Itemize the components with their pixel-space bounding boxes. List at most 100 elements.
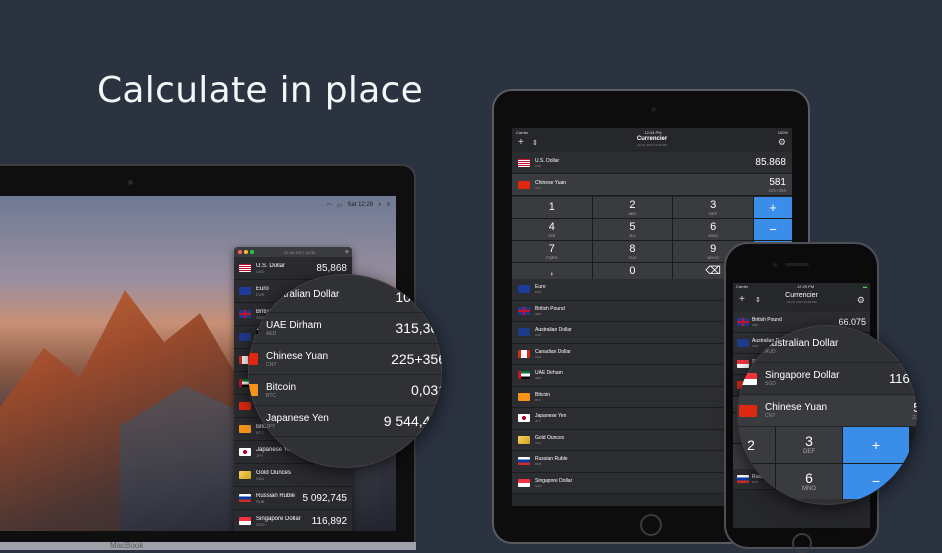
currency-code: XAU <box>256 475 265 481</box>
currency-row[interactable]: Chinese YuanCNY581225+356 <box>737 395 917 427</box>
iphone-lens-keypad: 2 3 DEF +6 MNO − <box>737 427 917 499</box>
currency-row[interactable]: BitcoinBTC0,031 <box>248 375 442 406</box>
sg-flag-icon <box>518 478 530 487</box>
menu-icon[interactable]: ≡ <box>386 202 390 208</box>
currency-row[interactable]: Singapore Dollar SGD 116,892 <box>234 510 352 531</box>
minimize-window-button[interactable] <box>244 250 248 254</box>
gear-icon[interactable]: ⚙ <box>857 295 865 306</box>
currency-amount: 581 <box>769 176 786 188</box>
currency-row[interactable]: Australian DollarAUD107,653 <box>248 282 442 313</box>
expression-label: 225+356 <box>912 415 917 421</box>
currency-row[interactable]: U.S. Dollar USD 85.868 <box>512 152 792 174</box>
currency-name: Japanese Yen JPY <box>266 413 384 430</box>
key-letters: MNO <box>802 485 816 492</box>
currency-code: AED <box>266 330 277 337</box>
currency-amount: 116,892 <box>311 515 347 527</box>
expression-label: 225+356 <box>768 187 786 193</box>
key-label: 7 <box>548 242 555 255</box>
key-label: − <box>871 473 881 490</box>
currency-name: Russian RubleRUB <box>256 493 303 504</box>
currency-name-label: Singapore Dollar <box>256 515 301 522</box>
search-icon[interactable]: ⌕ <box>378 202 381 209</box>
flag-menubar-icon[interactable]: ▭ <box>337 202 343 209</box>
gold-flag-icon <box>239 471 251 479</box>
key-label: 2 <box>629 198 636 211</box>
currency-row[interactable]: Singapore DollarSGD 116.892 <box>737 363 917 395</box>
key-label: − <box>769 222 777 237</box>
currency-name-label: Singapore Dollar <box>765 370 840 381</box>
currency-name-label: Canadian Dollar <box>535 348 571 355</box>
key-label: 6 <box>805 469 813 486</box>
ae-flag-icon <box>248 322 258 334</box>
ru-flag-icon <box>239 494 251 502</box>
currency-row[interactable]: Russian Ruble RUB 5 092,745 <box>234 487 352 510</box>
currency-name-label: Chinese Yuan <box>266 350 329 362</box>
currency-value: 116.892 <box>889 371 917 386</box>
wifi-icon[interactable]: ◠ <box>327 202 332 209</box>
currency-name: U.S. Dollar USD <box>256 263 316 274</box>
gb-flag-icon <box>518 306 530 315</box>
keypad-key[interactable]: 0 <box>592 263 673 279</box>
keypad-key[interactable]: 2 ABC <box>592 197 673 218</box>
currency-row[interactable]: Chinese YuanCNY581225+356 <box>512 174 792 196</box>
ipad-active-rows[interactable]: U.S. Dollar USD 85.868 Chinese Yuan CNY 581 22… <box>512 152 792 196</box>
mac-titlebar[interactable]: 22 Jul 2017 12:30 + <box>234 247 352 257</box>
iphone-nav-bar: + ⇕ Currencier Jul 22, 2017 12:18 PM ⚙ <box>733 290 870 312</box>
keypad-key[interactable]: 6MNO <box>776 463 842 499</box>
keypad-key[interactable] <box>737 463 775 499</box>
keypad-key[interactable]: 5 JKL <box>592 219 673 240</box>
iphone-home-button[interactable] <box>792 533 812 553</box>
au-flag-icon <box>739 340 757 353</box>
currency-value: 107.6 <box>902 339 917 354</box>
currency-code: SGD <box>765 381 776 387</box>
keypad-key[interactable]: 3 DEF <box>673 197 753 218</box>
keypad-key[interactable]: 1 <box>512 197 592 218</box>
keypad-key[interactable]: , <box>512 263 592 279</box>
currency-name-label: Bitcoin <box>266 381 297 393</box>
currency-amount: 315,367 <box>395 320 442 336</box>
keypad-key[interactable]: 4 GHI <box>512 219 592 240</box>
macos-menubar[interactable]: ◠ ▭ Sat 12:28 ⌕ ≡ <box>250 200 396 210</box>
menubar-time[interactable]: Sat 12:28 <box>347 202 373 208</box>
keypad-key[interactable]: + <box>843 427 909 463</box>
status-time: 12:34 PM <box>644 129 662 135</box>
keypad-key[interactable]: − <box>753 219 792 240</box>
currency-name-label: Chinese Yuan <box>535 179 567 186</box>
currency-row[interactable]: Chinese YuanCNY225+356 <box>248 344 442 375</box>
zoom-window-button[interactable] <box>250 250 254 254</box>
keypad-key[interactable]: 7 PQRS <box>512 241 592 262</box>
currency-row[interactable]: Australian DollarAUD107.6 <box>737 331 917 363</box>
btc-flag-icon <box>518 392 530 401</box>
ipad-app-title: Currencier <box>636 136 668 142</box>
status-time: 12:29 PM <box>797 284 815 289</box>
keypad-key[interactable]: 8 TUV <box>592 241 673 262</box>
keypad-key[interactable]: 3 DEF <box>776 427 842 463</box>
ipad-app-subtitle: Jul 22, 2017 12:32 PM <box>636 143 668 147</box>
currency-name-label: Bitcoin <box>535 391 551 398</box>
key-label: 3 <box>805 433 813 450</box>
currency-amount: 0,031 <box>410 382 442 398</box>
keypad-key[interactable]: + <box>753 197 792 218</box>
ipad-nav-bar: + ⇕ Currencier Jul 22, 2017 12:32 PM ⚙ <box>512 136 792 152</box>
battery-label: 100% <box>777 129 788 135</box>
keypad-key[interactable]: 6MNO <box>673 219 753 240</box>
keypad-key[interactable]: 2 <box>737 427 775 463</box>
gb-flag-icon <box>737 318 749 326</box>
gear-icon[interactable]: ⚙ <box>778 137 786 148</box>
cn-flag-icon <box>248 353 258 365</box>
key-letters: GHI <box>548 232 556 238</box>
currency-name-label: British Pound <box>535 305 565 312</box>
close-window-button[interactable] <box>238 250 242 254</box>
keypad-key[interactable]: − <box>843 463 909 499</box>
currency-name-label: Russian Ruble <box>256 492 296 499</box>
add-icon[interactable]: + <box>345 249 352 256</box>
key-letters: DEF <box>803 449 815 456</box>
currency-amount: 85,868 <box>316 262 347 274</box>
currency-name: Chinese YuanCNY <box>765 402 912 419</box>
currency-value: 107,653 <box>395 289 442 305</box>
currency-row[interactable]: UAE DirhamAED315,367 <box>248 313 442 344</box>
currency-code: AUD <box>266 299 277 306</box>
currency-name-label: Chinese Yuan <box>765 402 828 413</box>
ipad-home-button[interactable] <box>640 514 662 536</box>
currency-row[interactable]: Japanese YenJPY9 544,485 <box>248 406 442 437</box>
